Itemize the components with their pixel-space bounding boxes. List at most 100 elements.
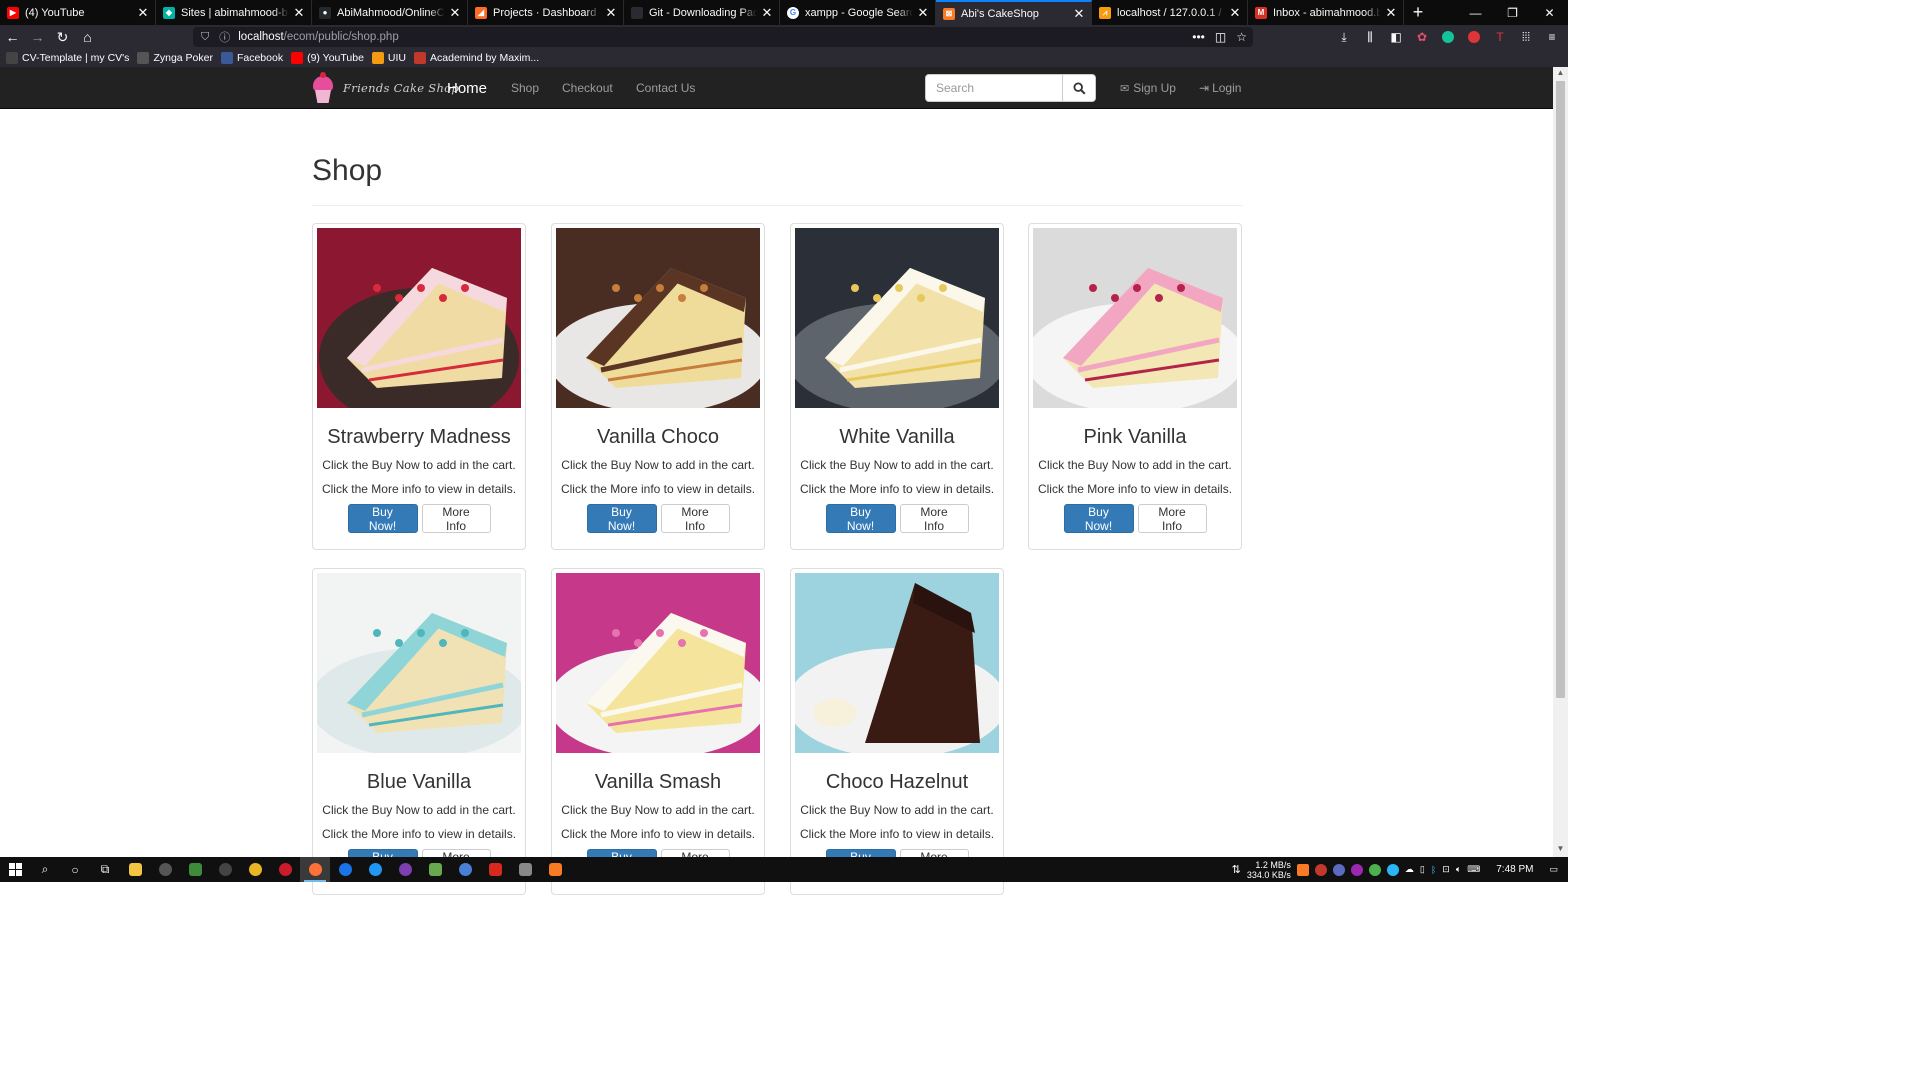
tab-close-icon[interactable]: ✕ xyxy=(293,5,305,21)
onedrive-icon[interactable]: ☁ xyxy=(1405,864,1414,875)
scroll-up-icon[interactable]: ▲ xyxy=(1553,68,1568,80)
tab-close-icon[interactable]: ✕ xyxy=(137,5,149,21)
app-icon-9[interactable] xyxy=(510,857,540,882)
product-image[interactable] xyxy=(556,228,760,408)
browser-tab[interactable]: Gxampp - Google Search ✕ xyxy=(780,0,936,25)
app-icon-3[interactable] xyxy=(210,857,240,882)
buy-now-button[interactable]: Buy Now! xyxy=(1063,504,1134,533)
tab-close-icon[interactable]: ✕ xyxy=(1385,5,1397,21)
chrome-icon[interactable] xyxy=(240,857,270,882)
browser-tab[interactable]: Git - Downloading Packa ✕ xyxy=(624,0,780,25)
tab-close-icon[interactable]: ✕ xyxy=(605,5,617,21)
nav-shop[interactable]: Shop xyxy=(511,67,539,109)
pocket-icon[interactable]: ◫ xyxy=(1215,30,1226,44)
tab-close-icon[interactable]: ✕ xyxy=(917,5,929,21)
extensions-icon[interactable]: ⦙⦙⦙ xyxy=(1514,25,1538,49)
acrobat-icon[interactable] xyxy=(480,857,510,882)
product-image[interactable] xyxy=(317,573,521,753)
tray-icon-6[interactable] xyxy=(1386,863,1399,876)
app-icon-5[interactable] xyxy=(360,857,390,882)
extension-icon[interactable]: ✿ xyxy=(1410,25,1434,49)
bookmark-item[interactable]: Zynga Poker xyxy=(137,52,213,64)
clock[interactable]: 7:48 PM xyxy=(1496,864,1533,875)
adblock-icon[interactable] xyxy=(1462,25,1486,49)
app-icon-2[interactable] xyxy=(180,857,210,882)
tray-icon-2[interactable] xyxy=(1314,863,1327,876)
info-icon[interactable]: ⓘ xyxy=(219,29,230,45)
browser-tab[interactable]: ● AbiMahmood/OnlineCa ✕ xyxy=(312,0,468,25)
browser-tab[interactable]: ⩘ localhost / 127.0.0.1 / ec ✕ xyxy=(1092,0,1248,25)
forward-icon[interactable]: → xyxy=(25,25,50,49)
page-scrollbar[interactable]: ▲ ▼ xyxy=(1553,67,1568,857)
product-image[interactable] xyxy=(317,228,521,408)
reload-icon[interactable]: ↻ xyxy=(50,25,75,49)
tray-icon-3[interactable] xyxy=(1332,863,1345,876)
cortana-icon[interactable]: ○ xyxy=(60,857,90,882)
browser-tab[interactable]: ◢ Projects · Dashboard · Gi ✕ xyxy=(468,0,624,25)
app-icon-8[interactable] xyxy=(450,857,480,882)
scroll-down-icon[interactable]: ▼ xyxy=(1553,844,1568,856)
page-actions-icon[interactable]: ••• xyxy=(1192,30,1205,44)
tray-icon-4[interactable] xyxy=(1350,863,1363,876)
search-taskbar-icon[interactable]: ⌕ xyxy=(30,857,60,882)
browser-tab[interactable]: ⊠ Abi's CakeShop ✕ xyxy=(936,0,1092,25)
bluetooth-icon[interactable]: ᛒ xyxy=(1431,865,1436,875)
opera-icon[interactable] xyxy=(270,857,300,882)
keyboard-icon[interactable]: ⌨ xyxy=(1467,864,1480,875)
tray-xampp-icon[interactable] xyxy=(1296,863,1309,876)
product-image[interactable] xyxy=(1033,228,1237,408)
buy-now-button[interactable]: Buy Now! xyxy=(586,504,657,533)
tray-icon-5[interactable] xyxy=(1368,863,1381,876)
extension-t-icon[interactable]: T xyxy=(1488,25,1512,49)
bookmark-item[interactable]: (9) YouTube xyxy=(291,52,364,64)
menu-icon[interactable]: ≡ xyxy=(1540,25,1564,49)
product-image[interactable] xyxy=(795,228,999,408)
app-icon-4[interactable] xyxy=(330,857,360,882)
nav-contact[interactable]: Contact Us xyxy=(636,67,695,109)
minimize-icon[interactable]: — xyxy=(1457,0,1494,25)
bookmark-item[interactable]: UIU xyxy=(371,52,406,64)
grammarly-icon[interactable] xyxy=(1436,25,1460,49)
bookmark-item[interactable]: CV-Template | my CV's xyxy=(6,52,129,64)
close-window-icon[interactable]: ✕ xyxy=(1531,0,1568,25)
nav-login[interactable]: ⇥ Login xyxy=(1199,67,1241,109)
app-icon-6[interactable] xyxy=(390,857,420,882)
nav-checkout[interactable]: Checkout xyxy=(562,67,613,109)
tab-close-icon[interactable]: ✕ xyxy=(1073,6,1085,22)
restore-icon[interactable]: ❐ xyxy=(1494,0,1531,25)
app-icon-1[interactable] xyxy=(150,857,180,882)
bookmark-star-icon[interactable]: ☆ xyxy=(1236,30,1247,44)
tab-close-icon[interactable]: ✕ xyxy=(449,5,461,21)
search-button[interactable] xyxy=(1063,74,1096,102)
browser-tab[interactable]: ▶ (4) YouTube ✕ xyxy=(0,0,156,25)
network-icon[interactable]: ⊡ xyxy=(1442,864,1450,875)
more-info-button[interactable]: More Info xyxy=(1137,504,1207,533)
usb-icon[interactable]: ▯ xyxy=(1420,864,1425,875)
file-explorer-icon[interactable] xyxy=(120,857,150,882)
search-input[interactable] xyxy=(925,74,1063,102)
browser-tab[interactable]: ◆ Sites | abimahmood-bd ✕ xyxy=(156,0,312,25)
home-icon[interactable]: ⌂ xyxy=(75,25,100,49)
more-info-button[interactable]: More Info xyxy=(660,504,730,533)
product-image[interactable] xyxy=(795,573,999,753)
shield-icon[interactable]: ⛉ xyxy=(201,31,209,44)
app-icon-7[interactable] xyxy=(420,857,450,882)
sidebar-icon[interactable]: ◧ xyxy=(1384,25,1408,49)
notification-icon[interactable]: ▭ xyxy=(1549,864,1558,875)
browser-tab[interactable]: M Inbox - abimahmood.b ✕ xyxy=(1248,0,1404,25)
windows-start-icon[interactable] xyxy=(0,857,30,882)
tab-close-icon[interactable]: ✕ xyxy=(1229,5,1241,21)
library-icon[interactable]: ⫼ xyxy=(1358,25,1382,49)
back-icon[interactable]: ← xyxy=(0,25,25,49)
bookmark-item[interactable]: Facebook xyxy=(220,52,283,64)
firefox-icon[interactable] xyxy=(300,857,330,882)
brand[interactable]: Friends Cake Shop xyxy=(312,71,459,105)
more-info-button[interactable]: More Info xyxy=(899,504,969,533)
tab-close-icon[interactable]: ✕ xyxy=(761,5,773,21)
new-tab-icon[interactable]: + xyxy=(1404,0,1432,25)
nav-home[interactable]: Home xyxy=(447,67,487,109)
downloads-icon[interactable]: ⤓ xyxy=(1332,25,1356,49)
buy-now-button[interactable]: Buy Now! xyxy=(347,504,418,533)
volume-icon[interactable]: 🔈︎ xyxy=(1456,864,1461,875)
product-image[interactable] xyxy=(556,573,760,753)
